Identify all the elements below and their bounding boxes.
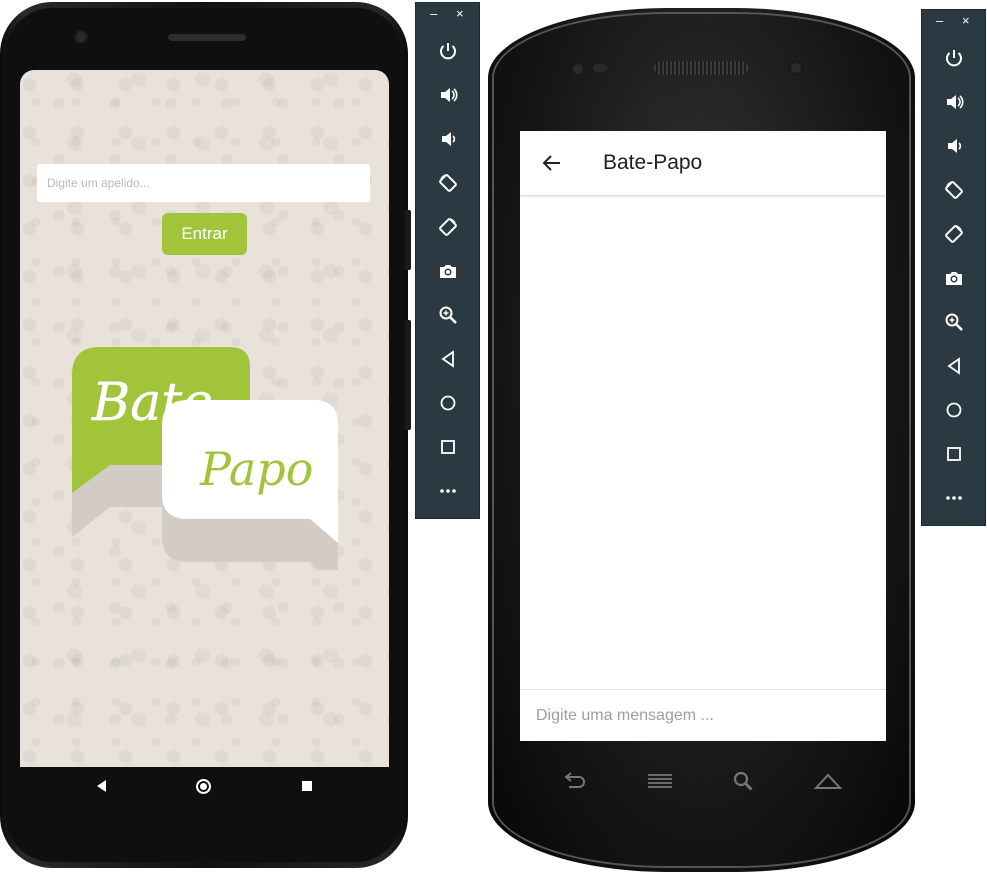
back-button[interactable] <box>922 344 985 388</box>
app-bar: Bate-Papo <box>520 131 886 195</box>
volume-down-button[interactable] <box>922 124 985 168</box>
earpiece-speaker <box>168 34 246 41</box>
zoom-button[interactable] <box>416 293 479 337</box>
back-arrow-icon <box>564 772 585 788</box>
camera-icon <box>945 272 962 285</box>
hardware-keys <box>520 760 886 804</box>
back-button[interactable] <box>416 337 479 381</box>
left-emulator-toolbar: – × <box>416 3 479 518</box>
bate-papo-logo: Bate Papo <box>72 347 338 570</box>
message-input[interactable] <box>520 689 886 741</box>
volume-down-icon <box>441 132 455 146</box>
hw-home-key[interactable] <box>810 766 846 796</box>
close-button[interactable]: × <box>962 14 970 28</box>
front-camera <box>788 60 804 76</box>
zoom-button[interactable] <box>922 300 985 344</box>
hw-back-key[interactable] <box>556 766 592 796</box>
light-sensor <box>593 64 607 72</box>
nav-back-icon[interactable] <box>97 780 106 792</box>
overview-button[interactable] <box>416 425 479 469</box>
overview-icon <box>440 440 455 454</box>
android-nav-bar <box>20 767 389 807</box>
earpiece-grille <box>654 61 748 75</box>
back-icon <box>946 357 960 375</box>
rotate-right-icon <box>944 225 963 243</box>
volume-down-icon <box>947 139 961 153</box>
minimize-button[interactable]: – <box>936 14 943 28</box>
screenshot-button[interactable] <box>922 256 985 300</box>
power-button[interactable] <box>416 29 479 73</box>
zoom-icon <box>945 313 963 331</box>
close-button[interactable]: × <box>456 7 464 21</box>
login-screen: Entrar Bate Papo <box>20 70 389 767</box>
camera-icon <box>439 265 456 278</box>
volume-down-button[interactable] <box>416 117 479 161</box>
more-icon <box>945 496 962 500</box>
logo-word-papo: Papo <box>199 442 313 496</box>
back-icon <box>440 350 454 368</box>
power-side-button <box>405 210 411 270</box>
volume-up-button[interactable] <box>922 80 985 124</box>
home-icon <box>946 402 961 418</box>
power-icon <box>945 50 962 67</box>
more-button[interactable] <box>416 469 479 513</box>
toolbar-window-controls: – × <box>922 10 985 36</box>
chat-screen: Bate-Papo <box>520 131 886 741</box>
more-icon <box>439 489 456 493</box>
volume-up-button[interactable] <box>416 73 479 117</box>
page-title: Bate-Papo <box>603 151 703 174</box>
nickname-input[interactable] <box>37 164 370 202</box>
hw-menu-key[interactable] <box>642 766 678 796</box>
right-emulator-toolbar: – × <box>922 10 985 525</box>
rotate-left-icon <box>438 174 457 192</box>
rotate-right-icon <box>438 218 457 236</box>
volume-up-icon <box>946 95 964 109</box>
rotate-left-icon <box>944 181 963 199</box>
toolbar-window-controls: – × <box>416 3 479 29</box>
home-button[interactable] <box>922 388 985 432</box>
front-camera <box>76 32 86 42</box>
home-icon <box>440 395 455 411</box>
arrow-back-icon[interactable] <box>540 151 564 175</box>
hw-search-key[interactable] <box>726 766 762 796</box>
power-icon <box>439 43 456 60</box>
enter-button[interactable]: Entrar <box>162 213 247 255</box>
rotate-right-button[interactable] <box>416 205 479 249</box>
home-outline-icon <box>813 773 843 789</box>
nav-recents-icon[interactable] <box>302 781 312 791</box>
message-list[interactable] <box>520 195 886 689</box>
more-button[interactable] <box>922 476 985 520</box>
overview-icon <box>946 447 961 461</box>
nav-home-icon[interactable] <box>196 779 211 794</box>
menu-icon <box>648 774 672 788</box>
volume-side-button <box>405 320 411 430</box>
proximity-sensor <box>573 64 583 74</box>
rotate-left-button[interactable] <box>922 168 985 212</box>
logo-word-bate: Bate <box>91 373 213 433</box>
volume-up-icon <box>440 88 458 102</box>
minimize-button[interactable]: – <box>430 7 437 21</box>
rotate-left-button[interactable] <box>416 161 479 205</box>
overview-button[interactable] <box>922 432 985 476</box>
home-button[interactable] <box>416 381 479 425</box>
search-icon <box>733 771 753 791</box>
screenshot-button[interactable] <box>416 249 479 293</box>
power-button[interactable] <box>922 36 985 80</box>
rotate-right-button[interactable] <box>922 212 985 256</box>
zoom-icon <box>439 306 457 324</box>
